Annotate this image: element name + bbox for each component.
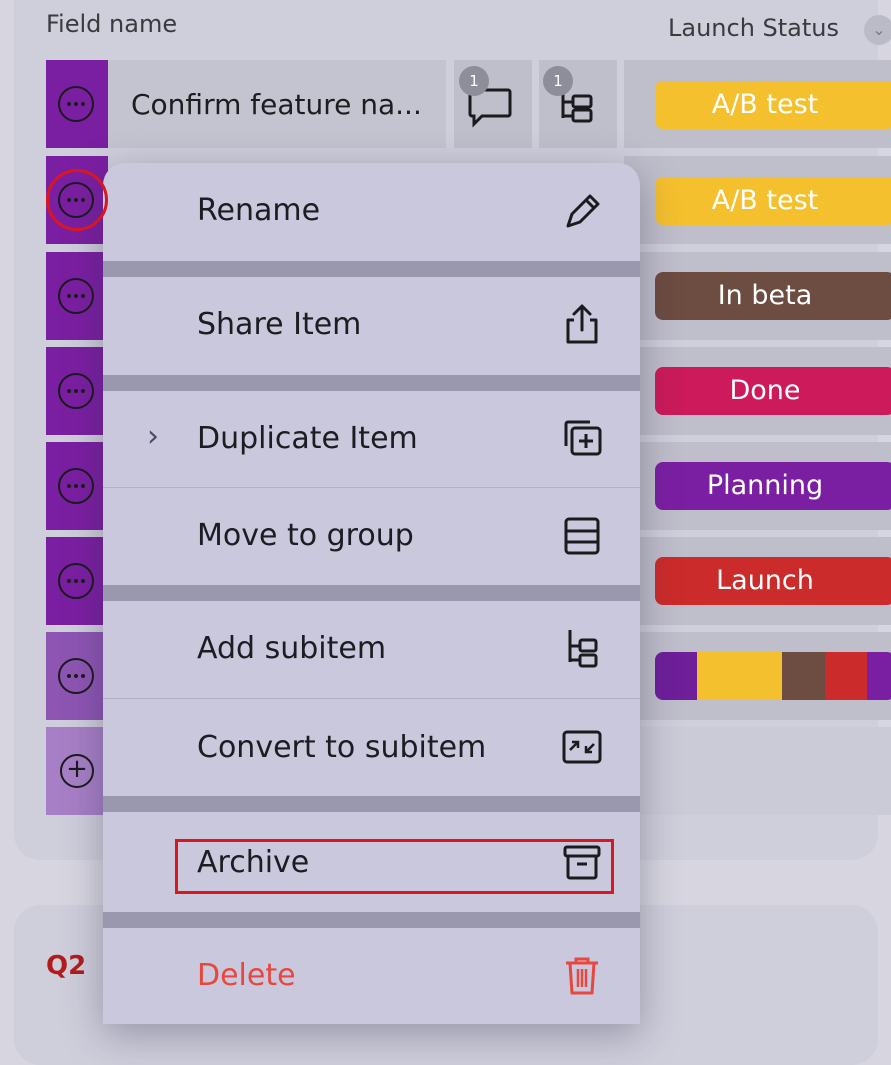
- status-pill[interactable]: Done: [655, 367, 891, 415]
- trash-icon: [566, 957, 598, 995]
- more-options-icon[interactable]: [58, 278, 94, 314]
- highlight-circle: [46, 169, 108, 231]
- status-pill[interactable]: Planning: [655, 462, 891, 510]
- chevron-down-icon[interactable]: ⌄: [864, 15, 891, 45]
- item-name[interactable]: Confirm feature na...: [131, 88, 422, 121]
- status-pill[interactable]: Launch: [655, 557, 891, 605]
- chevron-right-icon: ›: [147, 419, 159, 454]
- menu-label-add-subitem: Add subitem: [197, 631, 387, 666]
- context-menu: Rename Share Item › Duplicate Item Move …: [103, 163, 640, 1024]
- field-name-header: Field name: [46, 10, 178, 38]
- menu-item-rename[interactable]: Rename: [103, 163, 640, 261]
- menu-item-move-to-group[interactable]: Move to group: [103, 488, 640, 585]
- status-pill[interactable]: A/B test: [655, 177, 891, 225]
- status-summary-bar: [655, 652, 891, 700]
- add-item-icon[interactable]: +: [60, 754, 94, 788]
- menu-label-delete: Delete: [197, 958, 296, 993]
- pencil-icon: [566, 194, 600, 228]
- menu-label-move: Move to group: [197, 518, 414, 553]
- menu-label-share: Share Item: [197, 307, 362, 342]
- convert-icon: [562, 730, 602, 764]
- highlight-rect: [175, 839, 614, 894]
- launch-status-header[interactable]: Launch Status: [668, 14, 839, 42]
- updates-count-badge: 1: [459, 66, 489, 96]
- menu-separator: [103, 375, 640, 391]
- menu-item-share[interactable]: Share Item: [103, 277, 640, 375]
- duplicate-icon: [564, 420, 602, 456]
- menu-label-rename: Rename: [197, 193, 321, 228]
- menu-item-delete[interactable]: Delete: [103, 928, 640, 1024]
- menu-item-duplicate[interactable]: › Duplicate Item: [103, 391, 640, 487]
- menu-separator: [103, 912, 640, 928]
- more-options-icon[interactable]: [58, 468, 94, 504]
- menu-label-duplicate: Duplicate Item: [197, 421, 418, 456]
- menu-item-convert-to-subitem[interactable]: Convert to subitem: [103, 699, 640, 796]
- more-options-icon[interactable]: [58, 563, 94, 599]
- status-pill[interactable]: In beta: [655, 272, 891, 320]
- more-options-icon[interactable]: [58, 658, 94, 694]
- menu-item-add-subitem[interactable]: Add subitem: [103, 601, 640, 698]
- group-title-q2[interactable]: Q2: [46, 951, 86, 981]
- subitem-icon: [568, 630, 598, 668]
- more-options-icon[interactable]: [58, 86, 94, 122]
- status-pill[interactable]: A/B test: [655, 81, 891, 129]
- menu-separator: [103, 796, 640, 812]
- menu-separator: [103, 261, 640, 277]
- share-icon: [566, 304, 598, 344]
- group-icon: [564, 517, 600, 555]
- menu-separator: [103, 585, 640, 601]
- subitems-count-badge: 1: [543, 66, 573, 96]
- menu-label-convert: Convert to subitem: [197, 730, 487, 765]
- more-options-icon[interactable]: [58, 373, 94, 409]
